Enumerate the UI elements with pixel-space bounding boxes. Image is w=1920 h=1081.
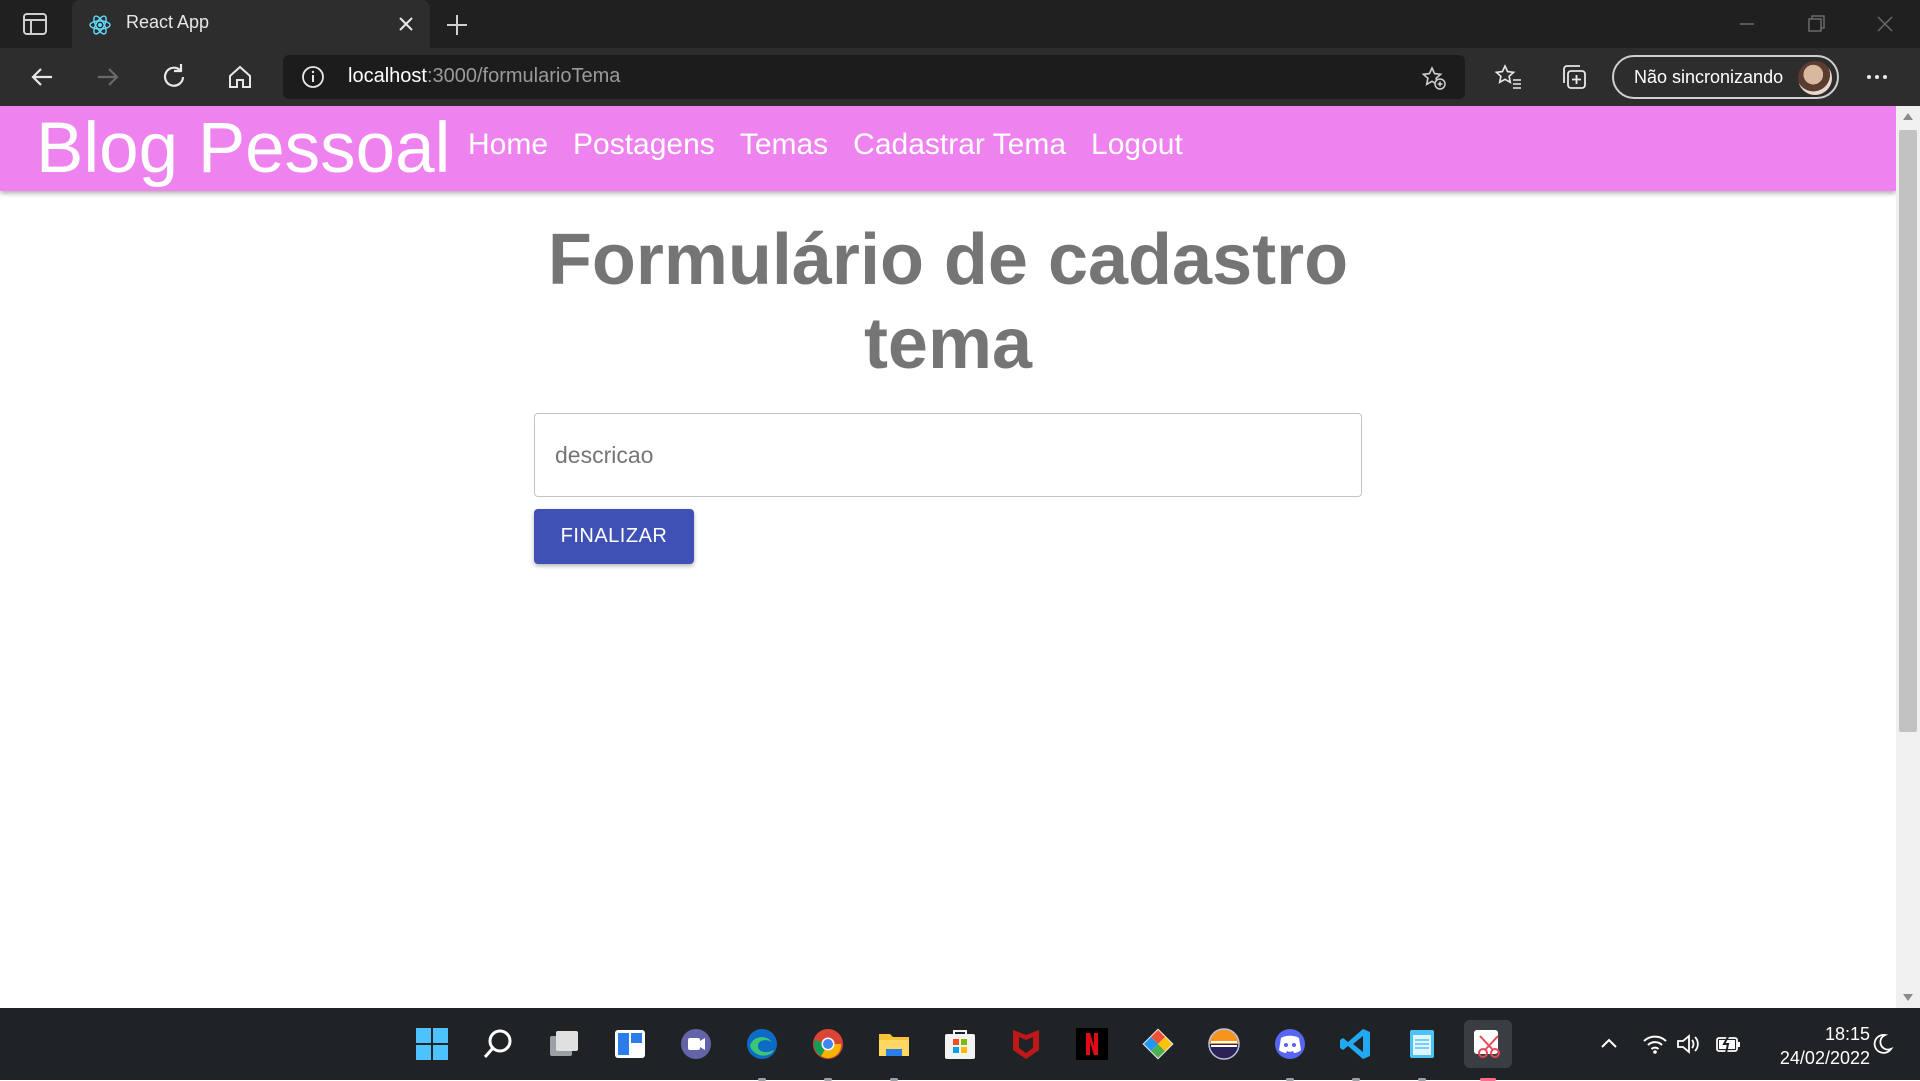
nav-link-postagens[interactable]: Postagens xyxy=(573,128,715,162)
clock-time: 18:15 xyxy=(1824,1024,1870,1044)
battery-charging-icon[interactable] xyxy=(1714,1030,1742,1058)
mcafee-button[interactable] xyxy=(1002,1020,1050,1068)
widgets-icon xyxy=(615,1030,645,1058)
task-view-button[interactable] xyxy=(540,1020,588,1068)
close-tab-icon[interactable] xyxy=(396,14,416,34)
mcafee-icon xyxy=(1013,1030,1039,1059)
nav-link-temas[interactable]: Temas xyxy=(740,128,828,162)
start-button[interactable] xyxy=(408,1020,456,1068)
edge-button[interactable] xyxy=(738,1020,786,1081)
page-viewport: Blog Pessoal Home Postagens Temas Cadast… xyxy=(0,106,1896,1008)
notepad-button[interactable] xyxy=(1398,1020,1446,1081)
tab-title: React App xyxy=(126,12,210,32)
refresh-icon[interactable] xyxy=(158,61,190,93)
search-icon xyxy=(483,1029,512,1058)
task-view-icon xyxy=(550,1031,578,1056)
favorites-icon[interactable] xyxy=(1493,62,1523,92)
site-info-icon[interactable] xyxy=(301,65,325,89)
forward-icon[interactable] xyxy=(92,61,124,93)
nav-links: Home Postagens Temas Cadastrar Tema Logo… xyxy=(468,128,1183,162)
file-explorer-icon xyxy=(879,1034,909,1056)
home-icon[interactable] xyxy=(224,61,256,93)
discord-button[interactable] xyxy=(1266,1020,1314,1081)
search-button[interactable] xyxy=(474,1020,522,1068)
description-field xyxy=(534,413,1362,497)
eclipse-icon xyxy=(1208,1028,1240,1060)
teams-chat-icon xyxy=(681,1029,711,1059)
teams-chat-button[interactable] xyxy=(672,1020,720,1068)
profile-status-label: Não sincronizando xyxy=(1634,67,1784,87)
tab-actions-icon[interactable] xyxy=(20,12,50,36)
nav-link-home[interactable]: Home xyxy=(468,128,548,162)
start-icon xyxy=(416,1028,448,1060)
chrome-icon xyxy=(813,1029,843,1059)
profile-button[interactable]: Não sincronizando xyxy=(1612,55,1839,99)
close-window-icon[interactable] xyxy=(1873,12,1897,36)
finalizar-button[interactable]: FINALIZAR xyxy=(534,509,694,564)
taskbar: 18:15 24/02/2022 xyxy=(0,1008,1920,1081)
description-input[interactable] xyxy=(535,414,1361,496)
snipping-tool-icon xyxy=(1474,1030,1500,1058)
git-icon xyxy=(1142,1028,1174,1060)
scroll-up-icon[interactable] xyxy=(1903,112,1913,120)
notepad-icon xyxy=(1410,1030,1434,1058)
wifi-icon[interactable] xyxy=(1641,1030,1669,1058)
clock-date: 24/02/2022 xyxy=(1779,1048,1870,1068)
scroll-down-icon[interactable] xyxy=(1903,994,1913,1002)
url-text[interactable]: localhost:3000/formularioTema xyxy=(348,65,620,88)
volume-icon[interactable] xyxy=(1674,1030,1702,1058)
restore-icon[interactable] xyxy=(1804,12,1828,36)
widgets-button[interactable] xyxy=(606,1020,654,1068)
nav-link-cadastrar-tema[interactable]: Cadastrar Tema xyxy=(853,128,1066,162)
collections-icon[interactable] xyxy=(1559,62,1589,92)
vscode-button[interactable] xyxy=(1332,1020,1380,1081)
system-clock[interactable]: 18:15 24/02/2022 xyxy=(1750,1022,1870,1070)
more-options-icon[interactable] xyxy=(1862,62,1892,92)
file-explorer-button[interactable] xyxy=(870,1020,918,1081)
git-button[interactable] xyxy=(1134,1020,1182,1068)
scrollbar-thumb[interactable] xyxy=(1899,130,1917,732)
page-title: Formulário de cadastro tema xyxy=(547,220,1349,384)
vscode-icon xyxy=(1340,1029,1370,1059)
react-logo-icon xyxy=(89,15,111,35)
page-scrollbar[interactable] xyxy=(1896,106,1920,1008)
minimize-icon[interactable] xyxy=(1735,12,1759,36)
nav-link-logout[interactable]: Logout xyxy=(1091,128,1183,162)
netflix-button[interactable] xyxy=(1068,1020,1116,1068)
microsoft-store-icon xyxy=(945,1030,975,1059)
back-icon[interactable] xyxy=(26,61,58,93)
address-bar[interactable]: localhost:3000/formularioTema xyxy=(283,55,1465,99)
add-favorite-icon[interactable] xyxy=(1421,65,1447,91)
new-tab-icon[interactable] xyxy=(444,12,470,38)
app-navbar: Blog Pessoal Home Postagens Temas Cadast… xyxy=(0,106,1896,191)
chevron-up-icon[interactable] xyxy=(1595,1030,1623,1058)
snipping-tool-button[interactable] xyxy=(1464,1020,1512,1081)
browser-tab-bar: React App xyxy=(0,0,1920,48)
brand-title: Blog Pessoal xyxy=(36,109,451,188)
browser-tab[interactable]: React App xyxy=(72,0,430,48)
chrome-button[interactable] xyxy=(804,1020,852,1081)
discord-icon xyxy=(1275,1029,1305,1059)
focus-moon-icon[interactable] xyxy=(1868,1030,1896,1058)
eclipse-button[interactable] xyxy=(1200,1020,1248,1068)
edge-icon xyxy=(747,1029,777,1059)
avatar xyxy=(1798,61,1832,95)
netflix-icon xyxy=(1076,1028,1108,1060)
microsoft-store-button[interactable] xyxy=(936,1020,984,1068)
